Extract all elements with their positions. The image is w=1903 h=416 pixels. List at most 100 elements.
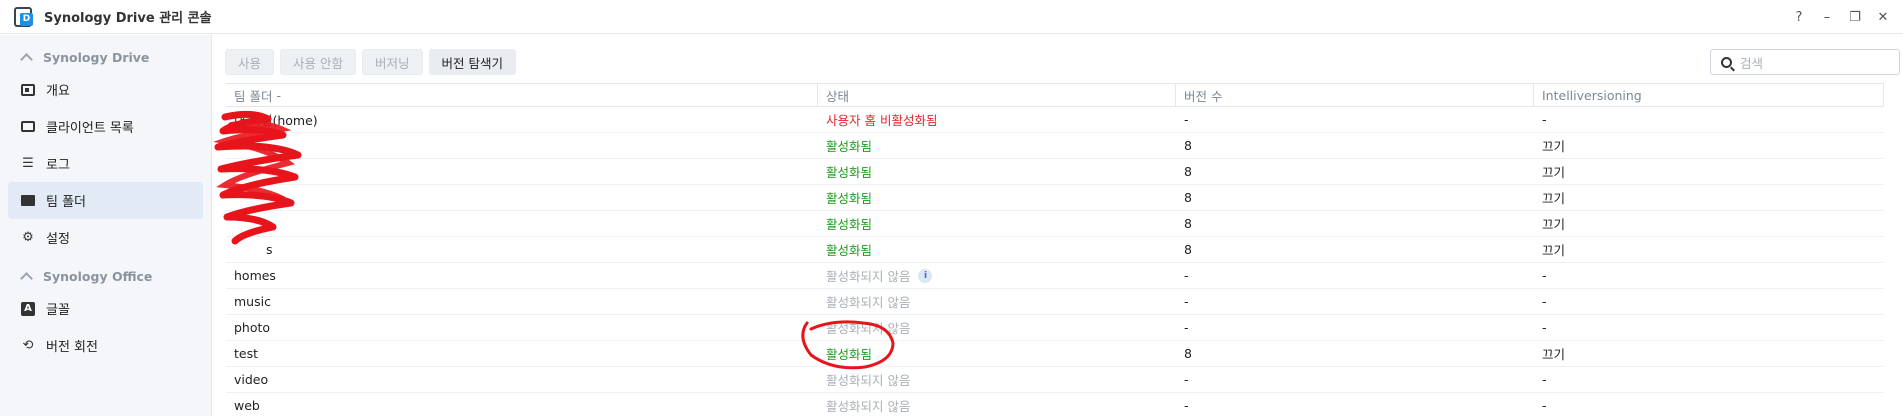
folder-name-cell: web (234, 398, 260, 413)
status-cell: 활성화되지 않음 (818, 367, 1176, 392)
team-folder-icon (20, 193, 36, 209)
status-cell: 활성화됨 (818, 185, 1176, 210)
status-cell: 활성화됨 (818, 237, 1176, 262)
table-row[interactable]: 활성화됨 8 끄기 (226, 133, 1884, 159)
team-folder-table: 팀 폴더 - 상태 버전 수 Intelliversioning 내 파일(ho… (226, 83, 1884, 416)
table-row[interactable]: homes 활성화되지 않음 i - - (226, 263, 1884, 289)
status-text: 활성화되지 않음 (826, 321, 911, 336)
intelliversioning-cell: - (1542, 398, 1547, 413)
version-count-cell: 8 (1184, 242, 1192, 257)
column-header-versions[interactable]: 버전 수 (1176, 84, 1534, 106)
table-row[interactable]: web 활성화되지 않음 - - (226, 393, 1884, 416)
status-cell: 활성화되지 않음 (818, 315, 1176, 340)
overview-icon (20, 82, 36, 98)
sidebar-item-log[interactable]: ☰ 로그 (8, 145, 203, 182)
chevron-up-icon (20, 272, 33, 285)
section-header-synology-drive[interactable]: Synology Drive (0, 43, 211, 71)
version-count-cell: 8 (1184, 346, 1192, 361)
status-text: 활성화되지 않음 (826, 269, 911, 284)
column-header-folder[interactable]: 팀 폴더 - (226, 84, 818, 106)
restore-icon[interactable]: ❐ (1841, 6, 1869, 28)
status-cell: 활성화됨 (818, 133, 1176, 158)
status-cell: 활성화되지 않음 i (818, 263, 1176, 288)
disable-button[interactable]: 사용 안함 (280, 49, 356, 75)
status-text: 활성화됨 (826, 217, 873, 232)
table-row[interactable]: s 활성화됨 8 끄기 (226, 237, 1884, 263)
folder-name-cell: homes (234, 268, 276, 283)
table-row[interactable]: photo 활성화되지 않음 - - (226, 315, 1884, 341)
version-count-cell: 8 (1184, 164, 1192, 179)
status-text: 활성화됨 (826, 165, 873, 180)
sidebar-item-font[interactable]: A 글꼴 (8, 290, 203, 327)
folder-name-cell: s (266, 242, 273, 257)
intelliversioning-cell: 끄기 (1542, 165, 1566, 180)
status-cell: 활성화됨 (818, 211, 1176, 236)
history-icon: ⟲ (22, 338, 34, 353)
help-icon[interactable]: ? (1785, 6, 1813, 28)
folder-name-cell: 내 파일(home) (234, 113, 318, 128)
sidebar-item-label: 개요 (46, 84, 70, 99)
column-header-status[interactable]: 상태 (818, 84, 1176, 106)
search-placeholder: 검색 (1740, 55, 1764, 71)
status-text: 활성화됨 (826, 191, 873, 206)
folder-name-cell (226, 185, 818, 210)
intelliversioning-cell: 끄기 (1542, 191, 1566, 206)
sidebar-item-settings[interactable]: ⚙ 설정 (8, 219, 203, 256)
intelliversioning-cell: - (1542, 294, 1547, 309)
table-row[interactable]: 활성화됨 8 끄기 (226, 185, 1884, 211)
sidebar-item-client-list[interactable]: 클라이언트 목록 (8, 108, 203, 145)
gear-icon: ⚙ (22, 230, 34, 245)
folder-name-cell (226, 211, 818, 236)
table-row[interactable]: 활성화됨 8 끄기 (226, 159, 1884, 185)
table-row[interactable]: test 활성화됨 8 끄기 (226, 341, 1884, 367)
status-cell: 활성화되지 않음 (818, 289, 1176, 314)
close-icon[interactable]: ✕ (1869, 6, 1897, 28)
version-count-cell: - (1184, 112, 1189, 127)
version-count-cell: - (1184, 372, 1189, 387)
chevron-up-icon (20, 53, 33, 66)
intelliversioning-cell: - (1542, 268, 1547, 283)
intelliversioning-cell: 끄기 (1542, 217, 1566, 232)
info-icon[interactable]: i (918, 268, 933, 283)
enable-button[interactable]: 사용 (225, 49, 275, 75)
table-header: 팀 폴더 - 상태 버전 수 Intelliversioning (226, 83, 1884, 107)
window-title: Synology Drive 관리 콘솔 (44, 11, 212, 26)
intelliversioning-cell: - (1542, 112, 1547, 127)
version-count-cell: 8 (1184, 216, 1192, 231)
toolbar: 사용 사용 안함 버저닝 버전 탐색기 (225, 49, 516, 75)
intelliversioning-cell: 끄기 (1542, 139, 1566, 154)
table-row[interactable]: video 활성화되지 않음 - - (226, 367, 1884, 393)
folder-name-cell: photo (234, 320, 271, 335)
sidebar-item-label: 설정 (46, 232, 70, 247)
sidebar-item-overview[interactable]: 개요 (8, 71, 203, 108)
sidebar-item-version-rotation[interactable]: ⟲ 버전 회전 (8, 327, 203, 364)
version-count-cell: - (1184, 294, 1189, 309)
sidebar: Synology Drive 개요 클라이언트 목록 ☰ 로그 팀 폴더 ⚙ 설… (0, 35, 212, 416)
table-row[interactable]: 활성화됨 8 끄기 (226, 211, 1884, 237)
table-body: 내 파일(home) 사용자 홈 비활성화됨 - - 활성화됨 8 끄기 활성화됨 8 끄기 활성화… (226, 107, 1884, 416)
search-input[interactable]: 검색 (1710, 49, 1900, 75)
table-row[interactable]: 내 파일(home) 사용자 홈 비활성화됨 - - (226, 107, 1884, 133)
table-row[interactable]: music 활성화되지 않음 - - (226, 289, 1884, 315)
intelliversioning-cell: - (1542, 372, 1547, 387)
version-count-cell: - (1184, 268, 1189, 283)
sidebar-item-team-folder[interactable]: 팀 폴더 (8, 182, 203, 219)
versioning-button[interactable]: 버저닝 (362, 49, 423, 75)
title-bar: D Synology Drive 관리 콘솔 ? – ❐ ✕ (0, 0, 1903, 34)
folder-name-cell (226, 159, 818, 184)
folder-name-cell (226, 133, 818, 158)
status-text: 활성화되지 않음 (826, 399, 911, 414)
column-header-intelliversioning[interactable]: Intelliversioning (1534, 84, 1884, 106)
intelliversioning-cell: - (1542, 320, 1547, 335)
intelliversioning-cell: 끄기 (1542, 243, 1566, 258)
section-header-synology-office[interactable]: Synology Office (0, 262, 211, 290)
version-explorer-button[interactable]: 버전 탐색기 (428, 49, 516, 75)
status-text: 활성화됨 (826, 243, 873, 258)
sidebar-item-label: 팀 폴더 (46, 195, 87, 210)
version-count-cell: 8 (1184, 138, 1192, 153)
font-icon: A (20, 301, 36, 317)
version-count-cell: - (1184, 320, 1189, 335)
client-list-icon (20, 119, 36, 135)
minimize-icon[interactable]: – (1813, 6, 1841, 28)
status-text: 사용자 홈 비활성화됨 (826, 113, 938, 128)
